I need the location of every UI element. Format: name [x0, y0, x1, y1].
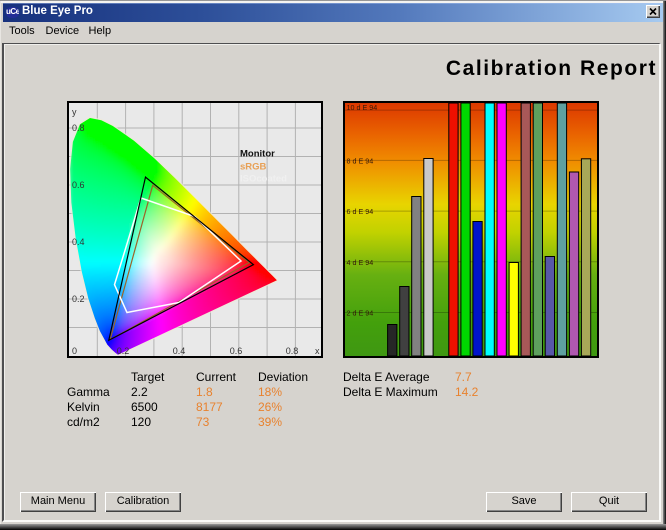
- svg-text:0.4: 0.4: [72, 237, 85, 247]
- svg-text:10 d E 94: 10 d E 94: [347, 103, 378, 112]
- svg-text:0.8: 0.8: [286, 346, 299, 356]
- svg-text:8 d E 94: 8 d E 94: [347, 157, 374, 166]
- svg-text:sRGB: sRGB: [240, 162, 267, 173]
- svg-text:0.6: 0.6: [72, 180, 85, 190]
- svg-text:0.2: 0.2: [117, 346, 130, 356]
- svg-text:2 d E 94: 2 d E 94: [347, 309, 374, 318]
- svg-text:0.4: 0.4: [173, 346, 186, 356]
- svg-text:0.6: 0.6: [230, 346, 243, 356]
- svg-text:0.2: 0.2: [72, 294, 85, 304]
- svg-text:6 d E 94: 6 d E 94: [347, 207, 374, 216]
- svg-text:0.8: 0.8: [72, 123, 85, 133]
- svg-text:x: x: [315, 346, 320, 356]
- svg-text:ISOcoated: ISOcoated: [240, 174, 287, 185]
- svg-text:y: y: [72, 107, 77, 117]
- svg-text:Monitor: Monitor: [240, 149, 275, 160]
- svg-text:0: 0: [72, 346, 77, 356]
- svg-text:4 d E 94: 4 d E 94: [347, 258, 374, 267]
